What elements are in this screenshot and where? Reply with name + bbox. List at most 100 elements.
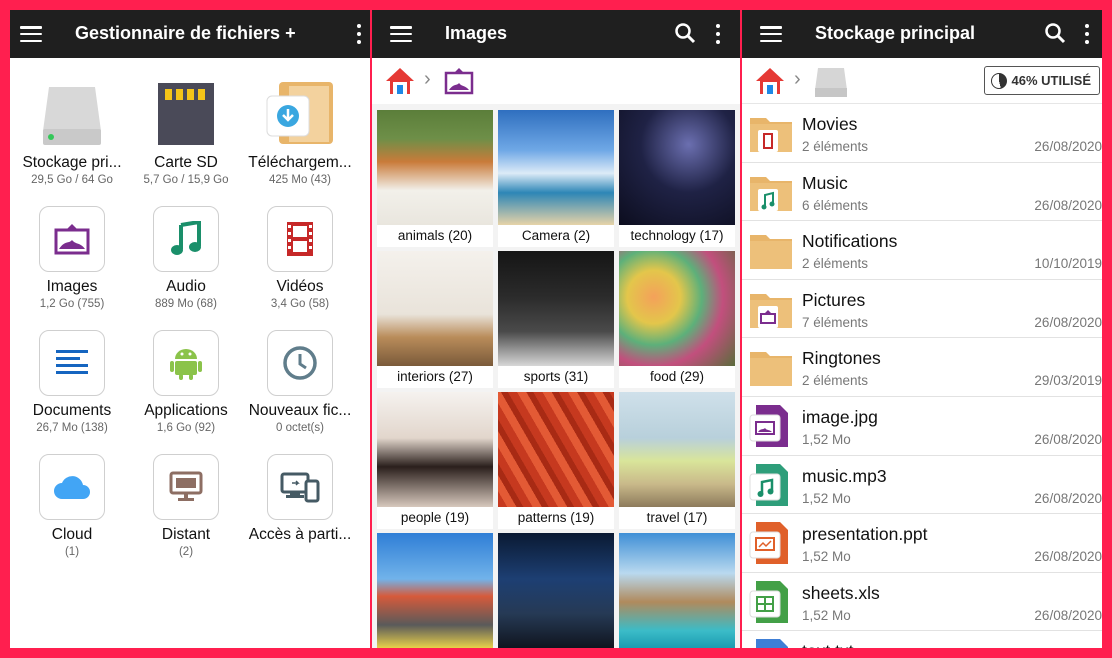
film-icon (287, 222, 313, 256)
tile-sub: 425 Mo (43) (268, 174, 331, 186)
tile-sub: 26,7 Mo (138) (36, 422, 108, 434)
file-list-item[interactable]: music.mp3 1,52 Mo 26/08/2020 (742, 456, 1102, 515)
album-caption: technology (17) (630, 228, 724, 243)
tile-sub: (1) (64, 546, 80, 558)
tile-documents[interactable]: Documents 26,7 Mo (138) (12, 330, 132, 434)
album-thumbnail (619, 251, 735, 366)
album-tile[interactable] (619, 533, 735, 648)
tile-sub: 1,2 Go (755) (39, 298, 105, 310)
more-options-icon[interactable] (356, 22, 362, 46)
tile-sub: 5,7 Go / 15,9 Go (143, 174, 229, 186)
home-panel: Gestionnaire de fichiers + Stockage pri.… (10, 10, 370, 648)
tile-label: Nouveaux fic... (248, 402, 352, 419)
home-icon[interactable] (754, 66, 786, 96)
menu-icon[interactable] (390, 26, 412, 42)
tile-videos[interactable]: Vidéos 3,4 Go (58) (240, 206, 360, 310)
tile-sub: 889 Mo (68) (154, 298, 217, 310)
tile-images[interactable]: Images 1,2 Go (755) (12, 206, 132, 310)
file-name: text.txt (802, 641, 854, 648)
file-list-item[interactable]: image.jpg 1,52 Mo 26/08/2020 (742, 397, 1102, 456)
storage-panel: Stockage principal › 46% UTILISÉ Movies 2… (742, 10, 1102, 648)
file-name: sheets.xls (802, 582, 880, 603)
album-caption: sports (31) (523, 369, 589, 384)
album-tile[interactable]: technology (17) (619, 110, 735, 247)
file-meta: 1,52 Mo (802, 549, 851, 565)
file-list-item[interactable]: Notifications 2 éléments 10/10/2019 (742, 221, 1102, 280)
image-file-icon (748, 405, 794, 447)
album-tile[interactable]: travel (17) (619, 392, 735, 529)
tile-remote[interactable]: Distant (2) (126, 454, 246, 558)
album-tile[interactable] (377, 533, 493, 648)
menu-icon[interactable] (20, 26, 42, 42)
hdd-icon[interactable] (814, 66, 848, 98)
folder-icon (748, 346, 794, 388)
album-caption: patterns (19) (517, 510, 595, 525)
usage-badge[interactable]: 46% UTILISÉ (983, 66, 1100, 95)
album-thumbnail (377, 251, 493, 366)
tile-sub: 1,6 Go (92) (156, 422, 216, 434)
file-list-item[interactable]: presentation.ppt 1,52 Mo 26/08/2020 (742, 514, 1102, 573)
file-list-item[interactable]: sheets.xls 1,52 Mo 26/08/2020 (742, 573, 1102, 632)
menu-icon[interactable] (760, 26, 782, 42)
album-tile[interactable]: interiors (27) (377, 251, 493, 388)
album-tile[interactable]: sports (31) (498, 251, 614, 388)
audio-file-icon (748, 463, 794, 506)
tile-downloads[interactable]: Téléchargem... 425 Mo (43) (240, 80, 360, 186)
usage-pie-icon (990, 72, 1007, 89)
album-thumbnail (619, 533, 735, 648)
file-name: Ringtones (802, 348, 881, 369)
spreadsheet-file-icon (748, 580, 794, 623)
tile-shared-access[interactable]: Accès à parti... (240, 454, 360, 546)
tile-cloud[interactable]: Cloud (1) (12, 454, 132, 558)
image-icon[interactable] (444, 67, 474, 95)
document-lines-icon (56, 350, 88, 374)
tile-sd-card[interactable]: Carte SD 5,7 Go / 15,9 Go (126, 80, 246, 186)
home-icon[interactable] (384, 66, 416, 96)
album-tile[interactable]: animals (20) (377, 110, 493, 247)
file-date: 26/08/2020 (1034, 432, 1102, 447)
tile-internal-storage[interactable]: Stockage pri... 29,5 Go / 64 Go (12, 80, 132, 186)
tile-applications[interactable]: Applications 1,6 Go (92) (126, 330, 246, 434)
file-meta: 2 éléments (802, 256, 869, 272)
file-meta: 6 éléments (802, 197, 869, 213)
file-date: 26/08/2020 (1034, 139, 1102, 154)
tile-label: Téléchargem... (248, 154, 352, 171)
file-meta: 1,52 Mo (802, 432, 851, 447)
search-icon[interactable] (674, 22, 696, 44)
album-tile[interactable]: food (29) (619, 251, 735, 388)
album-tile[interactable]: patterns (19) (498, 392, 614, 529)
panel-title: Images (445, 23, 508, 43)
folder-icon (748, 229, 794, 271)
album-thumbnail (498, 392, 614, 507)
tile-label: Distant (161, 526, 211, 543)
album-thumbnail (377, 533, 493, 648)
hdd-icon (32, 80, 112, 148)
tile-label: Applications (144, 402, 228, 419)
album-tile[interactable] (498, 533, 614, 648)
file-list-item[interactable]: Music 6 éléments 26/08/2020 (742, 163, 1102, 222)
file-name: Movies (802, 114, 858, 134)
file-list-item[interactable]: Movies 2 éléments 26/08/2020 (742, 104, 1102, 163)
tile-label: Cloud (51, 526, 93, 543)
file-list-item[interactable]: text.txt (742, 631, 1102, 648)
album-thumbnail (498, 110, 614, 225)
album-thumbnail (377, 392, 493, 507)
file-date: 26/08/2020 (1034, 197, 1102, 213)
monitor-icon (169, 471, 203, 501)
folder-music-icon (748, 171, 794, 213)
more-options-icon[interactable] (715, 22, 721, 46)
file-name: Pictures (802, 289, 866, 310)
file-list-item[interactable]: Ringtones 2 éléments 29/03/2019 (742, 338, 1102, 397)
breadcrumb: › 46% UTILISÉ (742, 58, 1102, 104)
search-icon[interactable] (1044, 22, 1066, 44)
file-list-item[interactable]: Pictures 7 éléments 26/08/2020 (742, 280, 1102, 339)
breadcrumb: › (372, 58, 740, 104)
tile-new-files[interactable]: Nouveaux fic... 0 octet(s) (240, 330, 360, 434)
album-tile[interactable]: people (19) (377, 392, 493, 529)
image-icon (54, 224, 90, 255)
album-caption: interiors (27) (397, 369, 473, 384)
more-options-icon[interactable] (1084, 22, 1090, 46)
tile-audio[interactable]: Audio 889 Mo (68) (126, 206, 246, 310)
android-icon (170, 349, 202, 380)
album-tile[interactable]: Camera (2) (498, 110, 614, 247)
